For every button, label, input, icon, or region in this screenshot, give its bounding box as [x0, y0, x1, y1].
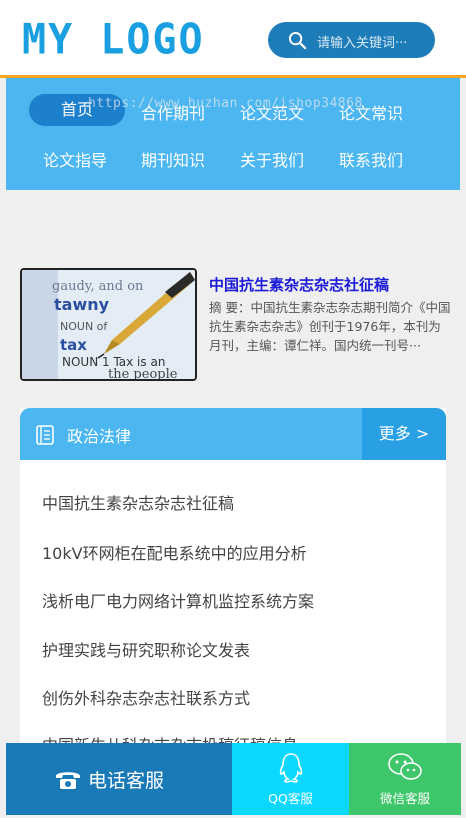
phone-service-label: 电话客服 — [88, 770, 165, 792]
search-box[interactable]: 请输入关键词··· — [268, 22, 435, 58]
nav-item-partner-journals[interactable]: 合作期刊 — [141, 100, 205, 124]
book-icon — [36, 425, 54, 445]
site-header: MY LOGO 请输入关键词··· — [0, 0, 466, 78]
nav-item-about-us[interactable]: 关于我们 — [240, 147, 304, 171]
dictionary-pen-illustration: gaudy, and on tawny NOUN of tax NOUN 1 T… — [22, 270, 195, 379]
nav-item-journal-knowledge[interactable]: 期刊知识 — [141, 147, 205, 171]
list-item[interactable]: 护理实践与研究职称论文发表 — [42, 637, 250, 661]
section-header: 政治法律 更多 > — [20, 408, 446, 460]
image-word-2: tawny — [54, 295, 110, 314]
list-item[interactable]: 中国抗生素杂志杂志社征稿 — [42, 490, 234, 514]
featured-title[interactable]: 中国抗生素杂志杂志社征稿 — [209, 274, 389, 295]
main-nav: 首页 合作期刊 论文范文 论文常识 论文指导 期刊知识 关于我们 联系我们 ht… — [6, 78, 460, 190]
wechat-service-button[interactable]: 微信客服 — [349, 743, 461, 815]
phone-service-button[interactable]: 电话客服 — [6, 743, 232, 815]
more-link[interactable]: 更多 > — [362, 408, 446, 460]
qq-service-button[interactable]: QQ客服 — [232, 743, 349, 815]
phone-icon — [56, 772, 80, 789]
search-input[interactable]: 请输入关键词··· — [317, 32, 407, 51]
wechat-icon — [388, 753, 422, 780]
image-word-4: tax — [60, 336, 87, 354]
watermark-text: https://www.huzhan.com/ishop34868 — [88, 96, 363, 111]
wechat-service-label: 微信客服 — [379, 791, 430, 806]
featured-article[interactable]: gaudy, and on tawny NOUN of tax NOUN 1 T… — [20, 268, 450, 382]
nav-item-sample-papers[interactable]: 论文范文 — [240, 100, 304, 124]
image-word-1: gaudy, and on — [52, 279, 144, 294]
image-word-6: the people — [108, 367, 178, 379]
list-item[interactable]: 创伤外科杂志杂志社联系方式 — [42, 685, 250, 709]
list-item[interactable]: 10kV环网柜在配电系统中的应用分析 — [42, 540, 307, 564]
featured-summary: 摘 要：中国抗生素杂志杂志期刊简介《中国抗生素杂志杂志》创刊于1976年，本刊为… — [209, 300, 451, 353]
nav-item-paper-guidance[interactable]: 论文指导 — [43, 147, 107, 171]
nav-item-contact-us[interactable]: 联系我们 — [339, 147, 403, 171]
site-logo[interactable]: MY LOGO — [22, 19, 205, 61]
search-icon[interactable] — [288, 31, 307, 50]
nav-item-paper-basics[interactable]: 论文常识 — [339, 100, 403, 124]
qq-penguin-icon — [279, 753, 302, 783]
image-word-3: NOUN of — [60, 320, 108, 333]
contact-footer: 电话客服 QQ客服 微信客服 — [0, 743, 466, 818]
list-item[interactable]: 浅析电厂电力网络计算机监控系统方案 — [42, 588, 314, 612]
qq-service-label: QQ客服 — [268, 791, 313, 806]
section-title: 政治法律 — [67, 427, 132, 446]
nav-item-home[interactable]: 首页 — [29, 94, 125, 126]
featured-image[interactable]: gaudy, and on tawny NOUN of tax NOUN 1 T… — [20, 268, 197, 381]
